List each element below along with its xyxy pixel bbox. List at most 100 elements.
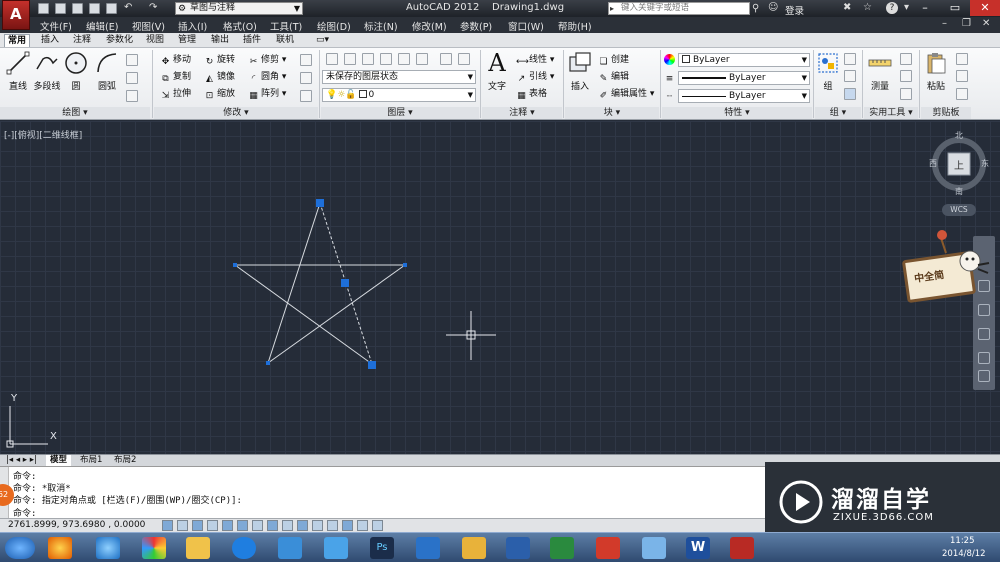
close-button[interactable]: ✕ — [970, 0, 1000, 16]
table-button[interactable]: ▦ 表格 — [516, 88, 547, 101]
compass-west[interactable]: 西 — [929, 158, 937, 169]
layer-isolate-icon[interactable] — [380, 53, 392, 65]
infer-constraints-toggle[interactable] — [162, 520, 173, 531]
layer-unisolate-icon[interactable] — [398, 53, 410, 65]
layer-off-icon[interactable] — [440, 53, 452, 65]
compass-east[interactable]: 东 — [981, 158, 989, 169]
wcs-menu[interactable]: WCS — [942, 204, 976, 216]
panel-title-block[interactable]: 块 ▾ — [565, 107, 659, 119]
photoshop-icon[interactable]: Ps — [370, 537, 394, 559]
layer-match-icon[interactable] — [458, 53, 470, 65]
erase-icon[interactable] — [300, 54, 312, 66]
grip-vertex[interactable] — [403, 263, 407, 267]
layer-properties-icon[interactable] — [326, 53, 338, 65]
star-segment[interactable] — [234, 264, 373, 365]
match-properties-icon[interactable] — [664, 54, 677, 67]
menu-file[interactable]: 文件(F) — [40, 19, 72, 33]
menu-edit[interactable]: 编辑(E) — [86, 19, 118, 33]
cube-face-top[interactable]: 上 — [954, 157, 964, 172]
dyn-toggle[interactable] — [297, 520, 308, 531]
grip-midpoint[interactable] — [341, 279, 349, 287]
rotate-button[interactable]: ↻ 旋转 — [204, 54, 235, 67]
menu-insert[interactable]: 插入(I) — [178, 19, 207, 33]
taskbar-app-icon[interactable] — [416, 537, 440, 559]
polyline-button[interactable]: 多段线 — [32, 51, 62, 92]
workspace-select[interactable]: ⚙ 草图与注释 ▼ — [175, 2, 303, 15]
layout-nav-first[interactable]: |◂ ◂ ▸ ▸| — [2, 455, 41, 466]
user-icon[interactable]: ☺ — [768, 2, 778, 13]
tab-view[interactable]: 视图 — [143, 34, 167, 47]
powerpoint-icon[interactable] — [596, 537, 620, 559]
star-segment[interactable] — [267, 264, 406, 364]
ortho-toggle[interactable] — [207, 520, 218, 531]
quick-select-icon[interactable] — [900, 53, 912, 65]
selection-cycling-toggle[interactable] — [357, 520, 368, 531]
layer-state-icon[interactable] — [344, 53, 356, 65]
menu-window[interactable]: 窗口(W) — [508, 19, 544, 33]
otrack-toggle[interactable] — [267, 520, 278, 531]
lineweight-toggle[interactable] — [312, 520, 323, 531]
polar-toggle[interactable] — [222, 520, 233, 531]
word-icon[interactable] — [506, 537, 530, 559]
ducs-toggle[interactable] — [282, 520, 293, 531]
command-window[interactable]: 62 命令: 命令: *取消* 命令: 指定对角点或 [栏选(F)/圈围(WP)… — [0, 466, 765, 519]
application-menu-button[interactable]: A — [2, 0, 30, 30]
ungroup-icon[interactable] — [844, 53, 856, 65]
osnap-toggle[interactable] — [237, 520, 248, 531]
linetype-select[interactable]: ByLayer ▼ — [678, 89, 810, 103]
panel-title-groups[interactable]: 组 ▾ — [815, 107, 861, 119]
autocad-taskbar-icon[interactable] — [730, 537, 754, 559]
open-file-icon[interactable] — [55, 3, 66, 14]
menu-modify[interactable]: 修改(M) — [412, 19, 447, 33]
linear-dimension-button[interactable]: ⟷线性 ▾ — [516, 54, 554, 67]
move-button[interactable]: ✥ 移动 — [160, 54, 191, 67]
edit-attributes-button[interactable]: ✐ 编辑属性 ▾ — [598, 88, 655, 101]
menu-help[interactable]: 帮助(H) — [558, 19, 592, 33]
model-space-toggle[interactable] — [372, 520, 383, 531]
save-icon[interactable] — [72, 3, 83, 14]
communication-icon[interactable]: ☆ — [863, 2, 872, 13]
layer-previous-icon[interactable] — [362, 53, 374, 65]
print-icon[interactable] — [106, 3, 117, 14]
layer-freeze-icon[interactable] — [416, 53, 428, 65]
tab-home[interactable]: 常用 — [4, 34, 31, 47]
undo-icon[interactable]: ↶ — [124, 2, 132, 13]
exchange-icon[interactable]: ✖ — [843, 2, 851, 13]
explode-icon[interactable] — [300, 72, 312, 84]
tab-layout1[interactable]: 布局1 — [76, 455, 106, 466]
grip-vertex[interactable] — [266, 361, 270, 365]
wps-writer-icon[interactable]: W — [686, 537, 710, 559]
copy-button[interactable]: ⧉ 复制 — [160, 71, 191, 84]
array-button[interactable]: ▦ 阵列 ▾ — [248, 88, 286, 101]
clock-date[interactable]: 2014/8/12 — [942, 549, 986, 559]
calculator-icon[interactable] — [900, 70, 912, 82]
ellipse-icon[interactable] — [126, 72, 138, 84]
doc-close-button[interactable]: ✕ — [982, 18, 990, 29]
showmotion-icon[interactable] — [978, 370, 990, 382]
internet-explorer-icon[interactable] — [96, 537, 120, 559]
arc-button[interactable]: 圆弧 — [92, 51, 122, 92]
tab-model[interactable]: 模型 — [46, 455, 72, 466]
taskbar-app-icon[interactable] — [462, 537, 486, 559]
taskbar-app-icon[interactable] — [324, 537, 348, 559]
coordinate-readout[interactable]: 2761.8999, 973.6980 , 0.0000 — [8, 520, 145, 530]
doc-restore-button[interactable]: ❐ — [962, 18, 971, 29]
media-player-icon[interactable] — [232, 537, 256, 559]
redo-icon[interactable]: ↷ — [149, 2, 157, 13]
ribbon-minimize-icon[interactable]: ▭▾ — [313, 34, 332, 47]
star-segment[interactable] — [267, 202, 321, 364]
clock-time[interactable]: 11:25 — [950, 536, 975, 546]
tab-plugins[interactable]: 插件 — [240, 34, 264, 47]
transparency-toggle[interactable] — [327, 520, 338, 531]
panel-title-clipboard[interactable]: 剪贴板 — [921, 107, 971, 119]
circle-button[interactable]: 圆 — [62, 51, 90, 92]
copy-clip-icon[interactable] — [956, 70, 968, 82]
paint-icon[interactable] — [642, 537, 666, 559]
taskbar-app-icon[interactable] — [48, 537, 72, 559]
3d-osnap-toggle[interactable] — [252, 520, 263, 531]
notification-badge[interactable]: 62 — [0, 484, 14, 506]
compass-north[interactable]: 北 — [955, 130, 963, 141]
trim-button[interactable]: ✂ 修剪 ▾ — [248, 54, 287, 67]
start-button[interactable] — [5, 537, 35, 559]
rectangle-icon[interactable] — [126, 90, 138, 102]
